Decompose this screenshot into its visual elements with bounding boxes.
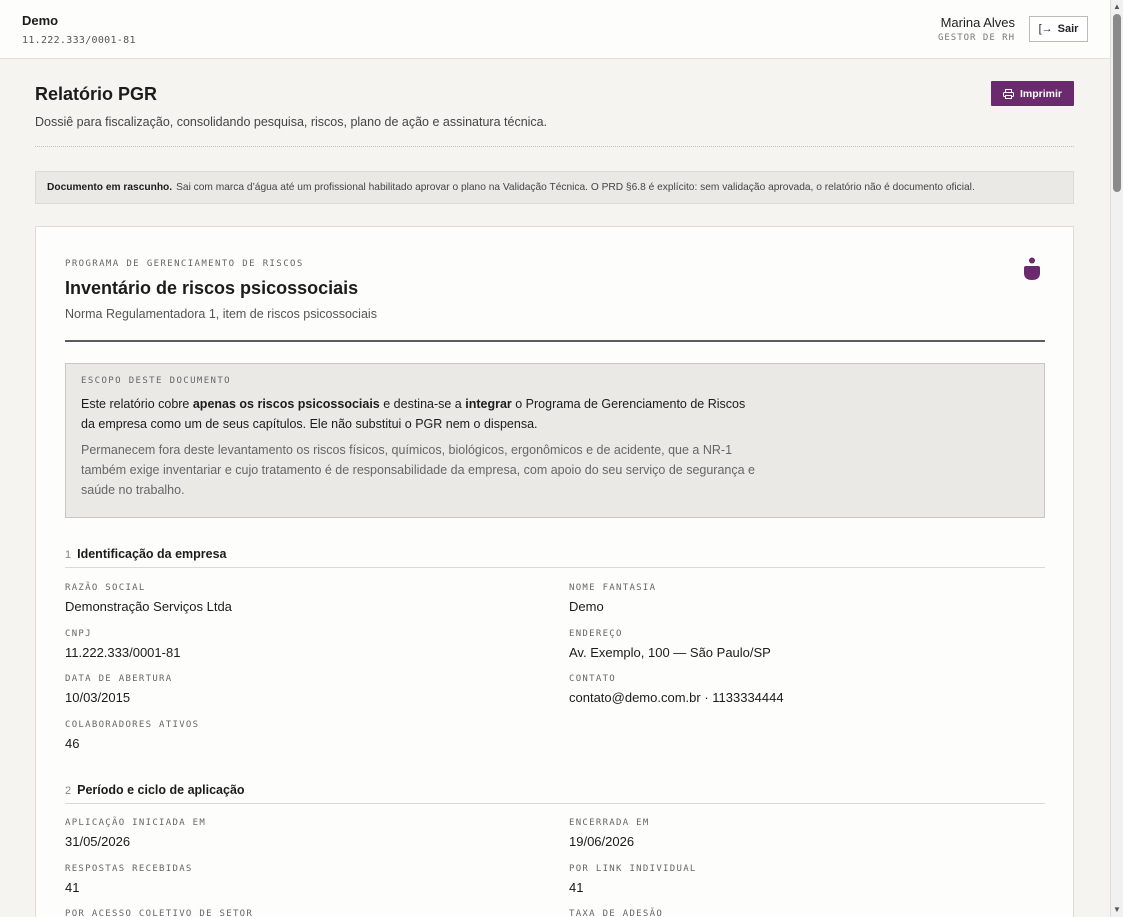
- document-title: Inventário de riscos psicossociais: [65, 278, 359, 298]
- document-kicker: PROGRAMA DE GERENCIAMENTO DE RISCOS: [65, 259, 304, 269]
- draft-notice: Documento em rascunho. Sai com marca d’á…: [35, 171, 1074, 204]
- field-value: Demonstração Serviços Ltda: [65, 599, 232, 614]
- field-label: POR ACESSO COLETIVO DE SETOR: [65, 909, 254, 917]
- field-value: 41: [569, 880, 584, 895]
- scrollbar[interactable]: ▲ ▼: [1110, 0, 1123, 917]
- field-label: NOME FANTASIA: [569, 583, 657, 593]
- page-title: Relatório PGR: [35, 84, 158, 104]
- field-value: 19/06/2026: [569, 834, 635, 849]
- logout-label: Sair: [1057, 23, 1079, 35]
- section-title: Identificação da empresa: [77, 547, 227, 561]
- scroll-up-arrow-icon[interactable]: ▲: [1111, 0, 1123, 14]
- section-number: 1: [65, 549, 72, 561]
- field-label: APLICAÇÃO INICIADA EM: [65, 818, 207, 828]
- field-value: contato@demo.com.br · 1133334444: [569, 690, 784, 705]
- field-encerrada: ENCERRADA EM 19/06/2026: [569, 818, 650, 849]
- field-acesso-coletivo: POR ACESSO COLETIVO DE SETOR: [65, 909, 253, 917]
- draft-notice-strong: Documento em rascunho.: [47, 182, 173, 193]
- scope-emphasis: integrar: [465, 397, 512, 411]
- field-value: 46: [65, 736, 80, 751]
- print-label: Imprimir: [1019, 87, 1062, 100]
- printer-icon: [1002, 88, 1014, 99]
- field-label: RAZÃO SOCIAL: [65, 583, 146, 593]
- scope-text: Este relatório cobre: [81, 397, 193, 411]
- brand-logo-icon: [1024, 257, 1040, 280]
- field-value: 10/03/2015: [65, 690, 131, 705]
- field-razao-social: RAZÃO SOCIAL Demonstração Serviços Ltda: [65, 583, 232, 614]
- company-cnpj: 11.222.333/0001-81: [22, 35, 136, 46]
- field-contato: CONTATO contato@demo.com.br · 1133334444: [569, 674, 784, 705]
- field-value: 41: [65, 880, 80, 895]
- field-label: POR LINK INDIVIDUAL: [569, 864, 697, 874]
- field-value: Av. Exemplo, 100 — São Paulo/SP: [569, 645, 771, 660]
- top-bar: Demo 11.222.333/0001-81 Marina Alves GES…: [0, 0, 1110, 59]
- document-rule: [65, 340, 1045, 342]
- scope-kicker: ESCOPO DESTE DOCUMENTO: [81, 376, 232, 386]
- field-value: Demo: [569, 599, 604, 614]
- field-label: RESPOSTAS RECEBIDAS: [65, 864, 193, 874]
- field-label: ENCERRADA EM: [569, 818, 650, 828]
- report-document: PROGRAMA DE GERENCIAMENTO DE RISCOS Inve…: [35, 226, 1074, 917]
- section-heading-period: 2 Período e ciclo de aplicação: [65, 783, 1045, 804]
- company-name: Demo: [22, 13, 59, 28]
- draft-notice-text: Sai com marca d’água até um profissional…: [176, 182, 975, 193]
- logout-button[interactable]: [→ Sair: [1029, 16, 1088, 42]
- section-heading-company: 1 Identificação da empresa: [65, 547, 1045, 568]
- scroll-down-arrow-icon[interactable]: ▼: [1111, 903, 1123, 917]
- field-respostas-recebidas: RESPOSTAS RECEBIDAS 41: [65, 864, 193, 895]
- field-taxa-adesao: TAXA DE ADESÃO: [569, 909, 663, 917]
- section-number: 2: [65, 785, 72, 797]
- scope-paragraph-1: Este relatório cobre apenas os riscos ps…: [81, 394, 751, 434]
- page-subtitle: Dossiê para fiscalização, consolidando p…: [35, 115, 548, 129]
- field-colaboradores: COLABORADORES ATIVOS 46: [65, 720, 199, 751]
- field-value: 11.222.333/0001-81: [65, 645, 181, 660]
- field-label: CONTATO: [569, 674, 617, 684]
- document-subtitle: Norma Regulamentadora 1, item de riscos …: [65, 307, 377, 321]
- scope-text: e destina-se a: [379, 397, 466, 411]
- field-label: COLABORADORES ATIVOS: [65, 720, 200, 730]
- field-cnpj: CNPJ 11.222.333/0001-81: [65, 629, 180, 660]
- divider: [35, 146, 1074, 147]
- field-label: ENDEREÇO: [569, 629, 623, 639]
- scope-box: ESCOPO DESTE DOCUMENTO Este relatório co…: [65, 363, 1045, 518]
- field-nome-fantasia: NOME FANTASIA Demo: [569, 583, 656, 614]
- scope-paragraph-2: Permanecem fora deste levantamento os ri…: [81, 443, 756, 497]
- field-aplicacao-iniciada: APLICAÇÃO INICIADA EM 31/05/2026: [65, 818, 206, 849]
- field-endereco: ENDEREÇO Av. Exemplo, 100 — São Paulo/SP: [569, 629, 771, 660]
- field-link-individual: POR LINK INDIVIDUAL 41: [569, 864, 697, 895]
- field-label: CNPJ: [65, 629, 92, 639]
- user-role: GESTOR DE RH: [937, 33, 1015, 43]
- field-value: 31/05/2026: [65, 834, 131, 849]
- field-label: DATA DE ABERTURA: [65, 674, 173, 684]
- user-name: Marina Alves: [940, 15, 1015, 30]
- field-data-abertura: DATA DE ABERTURA 10/03/2015: [65, 674, 173, 705]
- logout-icon: [→: [1038, 23, 1053, 35]
- section-title: Período e ciclo de aplicação: [77, 783, 245, 797]
- scrollbar-thumb[interactable]: [1113, 14, 1121, 192]
- scope-emphasis: apenas os riscos psicossociais: [192, 397, 380, 411]
- print-button[interactable]: Imprimir: [991, 81, 1074, 106]
- field-label: TAXA DE ADESÃO: [569, 909, 664, 917]
